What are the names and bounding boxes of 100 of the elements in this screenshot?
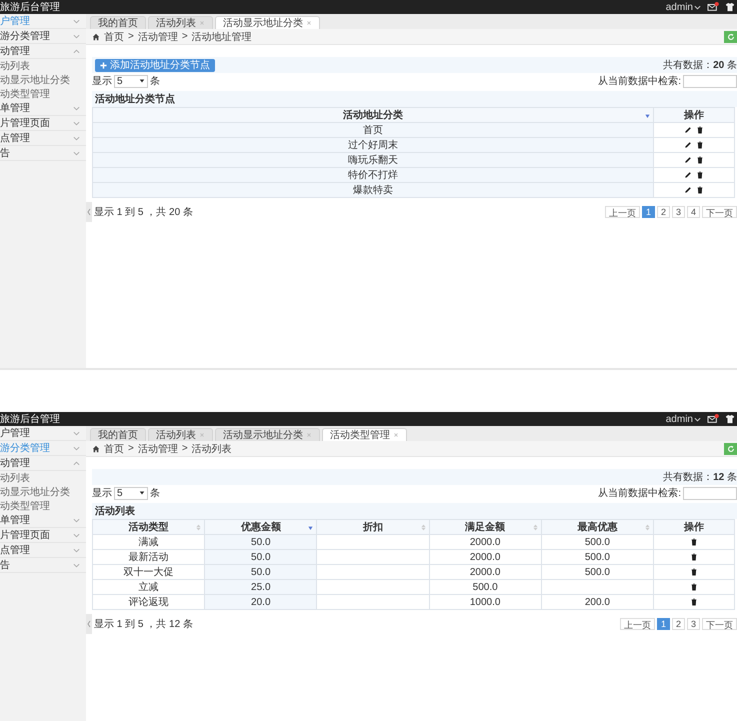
breadcrumb-link[interactable]: 首页 [104,442,124,456]
user-menu[interactable]: admin [666,2,701,12]
page-button[interactable]: 3 [672,206,685,218]
home-icon [92,444,100,452]
sidebar-item[interactable]: 告 [0,146,86,161]
sidebar-subitem[interactable]: 动类型管理 [0,499,86,513]
caret-icon [694,4,701,10]
tab[interactable]: 我的首页 [90,428,146,441]
delete-icon[interactable] [690,538,698,546]
sidebar-item[interactable]: 动管理 [0,456,86,471]
delete-icon[interactable] [690,552,698,561]
tab[interactable]: 活动显示地址分类 [215,16,320,29]
sidebar-subitem[interactable]: 动类型管理 [0,87,86,101]
breadcrumb-link[interactable]: 活动列表 [192,442,232,456]
page-size-label: 显示 [92,75,112,88]
home-icon [92,32,100,40]
edit-icon[interactable] [684,170,692,179]
shirt-icon[interactable] [725,414,735,424]
search-field[interactable] [683,486,737,500]
page-size-unit: 条 [150,487,160,500]
breadcrumb-link[interactable]: 活动管理 [138,30,178,44]
collapse-handle-icon[interactable] [86,202,92,222]
mail-icon[interactable] [707,414,719,424]
sidebar-subitem[interactable]: 动列表 [0,471,86,485]
table-cell: 最新活动 [92,550,205,564]
table-cell: 2000.0 [429,564,542,580]
column-header[interactable]: 活动地址分类 [92,108,654,122]
column-header[interactable]: 操作 [654,108,734,122]
tab[interactable]: 活动显示地址分类 [215,428,320,441]
dropdown-icon [139,490,145,496]
page-button[interactable]: 4 [686,206,700,218]
tab[interactable]: 活动列表 [148,428,213,441]
edit-icon[interactable] [684,186,692,194]
table-cell: 2000.0 [429,550,542,564]
column-header[interactable]: 最高优惠 [541,520,654,534]
page-button[interactable]: 2 [672,618,685,630]
table-caption: 活动列表 [92,503,737,519]
sidebar-item[interactable]: 告 [0,558,86,573]
shirt-icon[interactable] [725,2,735,12]
table-caption: 活动地址分类节点 [92,91,737,107]
edit-icon[interactable] [684,140,692,149]
edit-icon[interactable] [684,156,692,164]
delete-icon[interactable] [696,156,704,164]
sidebar-subitem[interactable]: 动显示地址分类 [0,485,86,499]
tab[interactable]: 活动列表 [148,16,213,29]
page-button[interactable]: 2 [656,206,670,218]
column-header[interactable]: 优惠金额 [204,520,317,534]
page-button[interactable]: 下一页 [702,206,737,218]
table-cell: 200.0 [541,594,654,610]
breadcrumb-link[interactable]: 活动管理 [138,442,178,456]
user-menu[interactable]: admin [666,414,701,424]
app-title: 旅游后台管理 [0,0,60,14]
table-cell: 满减 [92,534,205,550]
delete-icon[interactable] [696,170,704,179]
tab[interactable]: 我的首页 [90,16,146,29]
table-cell: 双十一大促 [92,564,205,580]
page-size-label: 显示 [92,487,112,500]
column-header[interactable]: 满足金额 [429,520,542,534]
page-size-unit: 条 [150,75,160,88]
sidebar-item[interactable]: 点管理 [0,543,86,558]
sidebar-item[interactable]: 片管理页面 [0,528,86,543]
page-size-select[interactable]: 5 [114,486,148,500]
page-size-select[interactable]: 5 [114,74,148,88]
sidebar-item[interactable]: 点管理 [0,131,86,146]
table-cell: 特价不打烊 [92,168,654,182]
delete-icon[interactable] [696,126,704,134]
breadcrumb-separator: > [128,443,134,454]
sidebar-item[interactable]: 动管理 [0,44,86,59]
search-label: 从当前数据中检索: [598,74,681,88]
caret-icon [694,416,701,422]
table-cell: 500.0 [541,550,654,564]
delete-icon[interactable] [696,140,704,149]
sidebar-item[interactable]: 单管理 [0,101,86,116]
page-button[interactable]: 下一页 [702,618,737,630]
collapse-handle-icon[interactable] [86,614,92,634]
breadcrumb-link[interactable]: 活动地址管理 [192,30,252,44]
mail-icon[interactable] [707,2,719,12]
column-header[interactable]: 操作 [654,520,734,534]
delete-icon[interactable] [696,186,704,194]
table-cell: 500.0 [541,534,654,550]
delete-icon[interactable] [690,582,698,591]
page-button[interactable]: 3 [686,618,700,630]
page-button[interactable]: 上一页 [604,206,640,218]
delete-icon[interactable] [690,598,698,606]
breadcrumb-separator: > [182,31,188,42]
table-cell: 50.0 [204,564,317,580]
tab[interactable]: 活动类型管理 [322,428,407,441]
sidebar-item[interactable]: 单管理 [0,513,86,528]
breadcrumb-separator: > [128,31,134,42]
page-button[interactable]: 上一页 [620,618,655,630]
plus-icon [100,62,107,68]
column-header[interactable]: 折扣 [316,520,430,534]
sidebar-subitem[interactable]: 动显示地址分类 [0,73,86,87]
sidebar-subitem[interactable]: 动列表 [0,59,86,73]
sidebar-item[interactable]: 片管理页面 [0,116,86,131]
breadcrumb-link[interactable]: 首页 [104,30,124,44]
search-field[interactable] [683,74,737,88]
delete-icon[interactable] [690,568,698,576]
edit-icon[interactable] [684,126,692,134]
column-header[interactable]: 活动类型 [92,520,205,534]
